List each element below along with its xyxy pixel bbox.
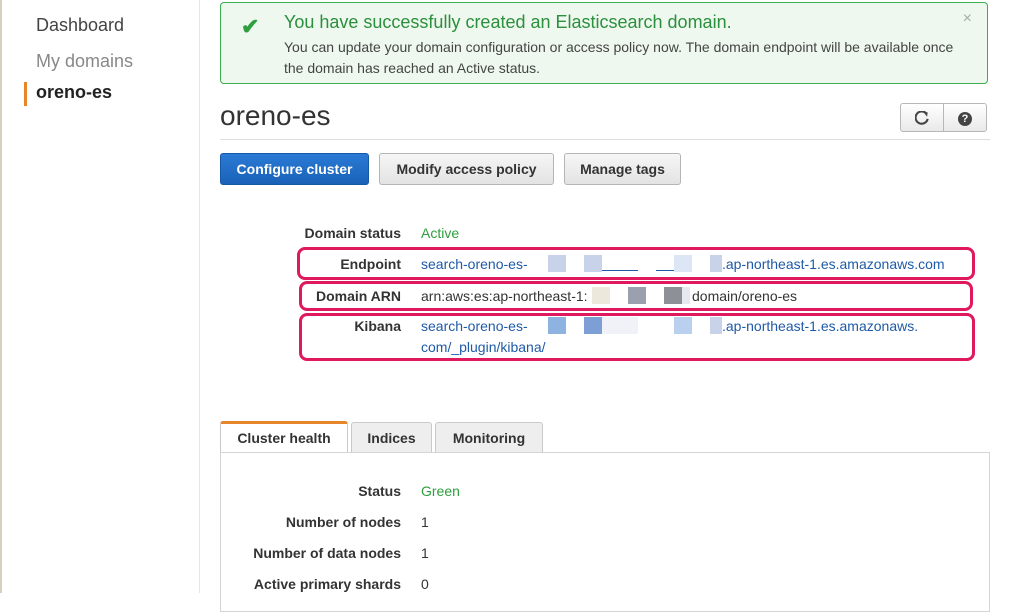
redaction-block bbox=[682, 287, 690, 304]
tab-monitoring[interactable]: Monitoring bbox=[435, 422, 543, 452]
redaction-block bbox=[584, 255, 602, 272]
kibana-label: Kibana bbox=[354, 318, 401, 334]
sidebar: Dashboard My domains oreno-es bbox=[2, 0, 200, 593]
kibana-prefix[interactable]: search-oreno-es- bbox=[421, 318, 528, 334]
redaction-block bbox=[628, 287, 646, 304]
primary-shards-label: Active primary shards bbox=[253, 576, 401, 592]
redaction-block bbox=[548, 317, 566, 334]
sidebar-item-dashboard[interactable]: Dashboard bbox=[36, 15, 124, 36]
redaction-block bbox=[674, 255, 692, 272]
nodes-label: Number of nodes bbox=[285, 514, 401, 530]
kibana-suffix[interactable]: .ap-northeast-1.es.amazonaws. bbox=[722, 318, 918, 334]
endpoint-prefix[interactable]: search-oreno-es- bbox=[421, 256, 528, 272]
tab-indices[interactable]: Indices bbox=[351, 422, 432, 452]
success-alert: ✔ You have successfully created an Elast… bbox=[220, 2, 988, 84]
redaction-underline bbox=[656, 270, 674, 271]
redaction-block bbox=[710, 255, 722, 272]
redaction-block bbox=[584, 317, 602, 334]
help-button[interactable]: ? bbox=[943, 103, 987, 132]
page-title: oreno-es bbox=[220, 100, 331, 131]
domain-arn-label: Domain ARN bbox=[315, 288, 401, 304]
title-divider bbox=[220, 139, 990, 140]
redaction-block bbox=[674, 317, 692, 334]
data-nodes-label: Number of data nodes bbox=[253, 545, 401, 561]
manage-tags-button[interactable]: Manage tags bbox=[564, 153, 681, 185]
sidebar-item-oreno-es[interactable]: oreno-es bbox=[36, 82, 112, 103]
domain-arn-suffix: domain/oreno-es bbox=[692, 288, 798, 304]
domain-status-value: Active bbox=[421, 225, 460, 241]
alert-message: You can update your domain configuration… bbox=[284, 39, 954, 76]
health-status-label: Status bbox=[358, 483, 401, 499]
alert-title: You have successfully created an Elastic… bbox=[284, 12, 732, 32]
refresh-icon bbox=[914, 110, 929, 125]
sidebar-active-indicator bbox=[24, 82, 27, 106]
redaction-block bbox=[592, 287, 610, 304]
refresh-button[interactable] bbox=[900, 103, 944, 132]
tab-cluster-health[interactable]: Cluster health bbox=[220, 421, 348, 453]
sidebar-item-my-domains[interactable]: My domains bbox=[36, 51, 133, 72]
domain-status-label: Domain status bbox=[304, 225, 401, 241]
kibana-url-line2[interactable]: com/_plugin/kibana/ bbox=[421, 339, 546, 355]
close-icon[interactable]: × bbox=[963, 10, 972, 28]
endpoint-suffix[interactable]: .ap-northeast-1.es.amazonaws.com bbox=[722, 256, 945, 272]
primary-shards-value: 0 bbox=[421, 576, 429, 592]
domain-arn-prefix: arn:aws:es:ap-northeast-1: bbox=[421, 288, 588, 304]
modify-access-policy-button[interactable]: Modify access policy bbox=[379, 153, 554, 185]
configure-cluster-button[interactable]: Configure cluster bbox=[220, 153, 369, 185]
health-status-value: Green bbox=[421, 483, 460, 499]
redaction-block bbox=[548, 255, 566, 272]
data-nodes-value: 1 bbox=[421, 545, 429, 561]
redaction-underline bbox=[602, 270, 638, 271]
nodes-value: 1 bbox=[421, 514, 429, 530]
redaction-block bbox=[710, 317, 722, 334]
redaction-block bbox=[664, 287, 682, 304]
checkmark-icon: ✔ bbox=[241, 14, 260, 39]
redaction-block bbox=[602, 317, 638, 334]
help-icon: ? bbox=[958, 112, 972, 126]
endpoint-label: Endpoint bbox=[340, 256, 401, 272]
